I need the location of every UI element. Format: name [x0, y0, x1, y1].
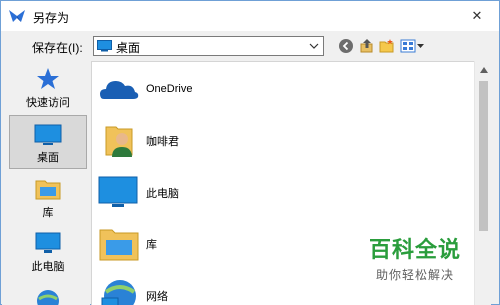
file-name: 库 [146, 239, 157, 251]
chevron-down-icon [309, 43, 319, 49]
new-folder-icon[interactable] [379, 38, 395, 54]
location-dropdown[interactable]: 桌面 [93, 36, 324, 56]
sidebar-item-network[interactable] [9, 287, 87, 305]
scroll-up-button[interactable] [475, 61, 492, 78]
dialog-title: 另存为 [33, 11, 70, 25]
list-item-onedrive[interactable]: OneDrive [98, 69, 398, 113]
save-in-label: 保存在(I): [32, 41, 83, 55]
list-item-this-pc[interactable]: 此电脑 [98, 171, 398, 215]
back-arrow-icon[interactable] [338, 38, 354, 54]
places-sidebar: 快速访问 桌面 库 此电脑 [2, 61, 90, 305]
sidebar-item-label: 库 [42, 207, 54, 219]
title-bar: 另存为 ✕ [1, 1, 499, 31]
vertical-scrollbar[interactable] [474, 61, 491, 305]
sidebar-item-this-pc[interactable]: 此电脑 [9, 231, 87, 285]
app-logo-icon [9, 10, 25, 22]
chevron-up-icon [479, 66, 488, 73]
close-icon: ✕ [471, 8, 483, 23]
file-name: 咖啡君 [146, 136, 179, 148]
library-icon [35, 180, 61, 200]
sidebar-item-library[interactable]: 库 [9, 177, 87, 231]
network-icon [101, 280, 136, 305]
location-toolbar: 保存在(I): 桌面 [1, 31, 499, 61]
onedrive-icon [100, 81, 139, 99]
sidebar-item-quick-access[interactable]: 快速访问 [9, 67, 87, 121]
list-item-library[interactable]: 库 [98, 222, 398, 266]
computer-icon [35, 232, 61, 253]
desktop-icon [97, 40, 112, 52]
save-as-dialog: 另存为 ✕ 保存在(I): 桌面 快速访问 桌面 库 此电脑 OneDrive … [0, 0, 500, 305]
file-name: 网络 [146, 291, 168, 303]
desktop-icon [34, 124, 62, 145]
user-folder-icon [105, 126, 133, 157]
computer-icon [98, 176, 138, 207]
star-icon [37, 68, 59, 89]
view-menu-icon[interactable] [400, 38, 424, 54]
sidebar-item-desktop[interactable]: 桌面 [9, 115, 87, 169]
close-button[interactable]: ✕ [455, 1, 499, 31]
watermark-subtitle: 助你轻松解决 [375, 268, 454, 282]
scroll-thumb[interactable] [479, 81, 488, 231]
sidebar-item-label: 桌面 [37, 152, 59, 164]
library-icon [99, 229, 139, 261]
list-item-network[interactable]: 网络 [98, 274, 398, 305]
location-value: 桌面 [116, 41, 141, 55]
list-item-user-folder[interactable]: 咖啡君 [98, 119, 398, 163]
file-name: 此电脑 [146, 188, 179, 200]
up-folder-icon[interactable] [359, 38, 375, 54]
network-icon [37, 290, 59, 305]
watermark-title: 百科全说 [368, 237, 461, 262]
sidebar-item-label: 此电脑 [31, 261, 65, 273]
file-name: OneDrive [146, 83, 193, 95]
sidebar-item-label: 快速访问 [26, 97, 70, 109]
watermark: 百科全说 助你轻松解决 [365, 232, 465, 283]
